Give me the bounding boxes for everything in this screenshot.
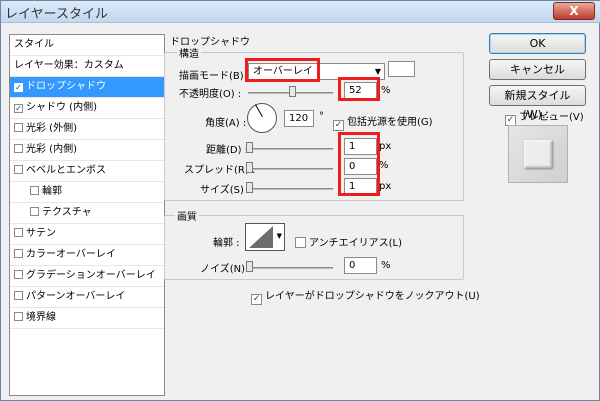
size-unit: px bbox=[379, 181, 392, 192]
contour-picker[interactable]: ▼ bbox=[245, 223, 285, 251]
style-item[interactable]: 光彩 (外側) bbox=[10, 119, 164, 140]
style-item-label: グラデーションオーバーレイ bbox=[26, 270, 156, 281]
style-item-label: パターンオーバーレイ bbox=[26, 291, 126, 302]
style-item[interactable]: ✓ ドロップシャドウ bbox=[10, 77, 164, 98]
angle-unit: ° bbox=[319, 111, 324, 122]
style-item[interactable]: カラーオーバーレイ bbox=[10, 245, 164, 266]
style-item-checkbox[interactable] bbox=[30, 186, 39, 195]
size-slider-thumb[interactable] bbox=[246, 182, 253, 193]
style-item-label: 光彩 (内側) bbox=[26, 144, 77, 155]
title-bar: レイヤースタイル X bbox=[1, 1, 600, 23]
preview-swatch bbox=[524, 140, 552, 168]
cancel-button[interactable]: キャンセル bbox=[489, 59, 586, 80]
style-item[interactable]: テクスチャ bbox=[10, 203, 164, 224]
distance-label: 距離(D) : bbox=[206, 145, 249, 156]
angle-label: 角度(A) : bbox=[205, 118, 247, 129]
global-light-checkbox[interactable]: ✓ 包括光源を使用(G) bbox=[333, 113, 433, 131]
style-item[interactable]: パターンオーバーレイ bbox=[10, 287, 164, 308]
antialias-check bbox=[295, 237, 306, 248]
angle-dial[interactable] bbox=[247, 103, 277, 133]
style-item-label: ドロップシャドウ bbox=[26, 81, 106, 92]
style-item-checkbox[interactable] bbox=[14, 144, 23, 153]
style-item-checkbox[interactable] bbox=[14, 228, 23, 237]
noise-input[interactable]: 0 bbox=[344, 257, 377, 274]
noise-label: ノイズ(N) : bbox=[200, 264, 252, 275]
knockout-check: ✓ bbox=[251, 294, 262, 305]
opacity-slider[interactable] bbox=[248, 86, 333, 97]
spread-slider-thumb[interactable] bbox=[246, 162, 253, 173]
quality-title: 画質 bbox=[175, 208, 199, 223]
style-item-checkbox[interactable] bbox=[14, 165, 23, 174]
opacity-unit: % bbox=[381, 85, 391, 96]
window-title: レイヤースタイル bbox=[5, 7, 108, 22]
style-item[interactable]: ✓ シャドウ (内側) bbox=[10, 98, 164, 119]
layer-style-dialog: レイヤースタイル X スタイル レイヤー効果：カスタム ✓ ドロップシャドウ ✓ シャドウ… bbox=[0, 0, 600, 401]
antialias-checkbox[interactable]: アンチエイリアス(L) bbox=[295, 234, 402, 249]
styles-list: スタイル レイヤー効果：カスタム ✓ ドロップシャドウ ✓ シャドウ (内側) 光彩 (外側… bbox=[9, 34, 165, 396]
style-item-label: 輪郭 bbox=[42, 186, 62, 197]
style-item-label: ベベルとエンボス bbox=[26, 165, 106, 176]
style-item-checkbox[interactable] bbox=[14, 291, 23, 300]
ok-button[interactable]: OK bbox=[489, 33, 586, 54]
contour-preview-icon bbox=[249, 226, 273, 248]
spread-slider[interactable] bbox=[246, 162, 333, 173]
style-item[interactable]: 輪郭 bbox=[10, 182, 164, 203]
style-item-checkbox[interactable] bbox=[14, 270, 23, 279]
style-item[interactable]: レイヤー効果：カスタム bbox=[10, 56, 164, 77]
style-item-label: テクスチャ bbox=[42, 207, 92, 218]
chevron-down-icon: ▼ bbox=[276, 232, 282, 240]
preview-checkbox[interactable]: ✓ プレビュー(V) bbox=[505, 108, 584, 126]
noise-slider[interactable] bbox=[246, 261, 333, 272]
size-slider[interactable] bbox=[246, 182, 333, 193]
style-item-label: レイヤー効果：カスタム bbox=[14, 60, 124, 71]
antialias-label: アンチエイリアス(L) bbox=[309, 238, 402, 249]
style-item-checkbox[interactable] bbox=[14, 312, 23, 321]
noise-unit: % bbox=[381, 260, 391, 271]
knockout-label: レイヤーがドロップシャドウをノックアウト(U) bbox=[265, 291, 480, 302]
blend-mode-label: 描画モード(B) : bbox=[179, 71, 251, 82]
size-label: サイズ(S) : bbox=[200, 185, 251, 196]
spread-label: スプレッド(R) : bbox=[184, 165, 256, 176]
style-item-checkbox[interactable] bbox=[14, 249, 23, 258]
style-item[interactable]: 境界線 bbox=[10, 308, 164, 329]
opacity-slider-thumb[interactable] bbox=[289, 86, 297, 97]
distance-slider[interactable] bbox=[246, 142, 333, 153]
global-light-label: 包括光源を使用(G) bbox=[347, 117, 433, 128]
structure-title: 構造 bbox=[177, 45, 201, 60]
style-item[interactable]: グラデーションオーバーレイ bbox=[10, 266, 164, 287]
distance-slider-thumb[interactable] bbox=[246, 142, 253, 153]
styles-header: スタイル bbox=[10, 35, 164, 56]
style-item-checkbox[interactable] bbox=[14, 123, 23, 132]
distance-unit: px bbox=[379, 141, 392, 152]
style-item[interactable]: サテン bbox=[10, 224, 164, 245]
angle-dial-needle bbox=[255, 104, 263, 117]
annotation-highlight-opacity bbox=[338, 77, 380, 101]
contour-label: 輪郭 : bbox=[213, 238, 240, 249]
style-item-checkbox[interactable]: ✓ bbox=[14, 83, 23, 92]
style-item-checkbox[interactable]: ✓ bbox=[14, 104, 23, 113]
noise-slider-thumb[interactable] bbox=[246, 261, 253, 272]
style-item-label: カラーオーバーレイ bbox=[26, 249, 116, 260]
angle-input[interactable]: 120 bbox=[284, 110, 314, 127]
annotation-highlight-blend bbox=[245, 58, 320, 82]
style-item-label: 光彩 (外側) bbox=[26, 123, 77, 134]
close-button[interactable]: X bbox=[553, 2, 595, 20]
preview-label: プレビュー(V) bbox=[519, 112, 584, 123]
style-item-label: 境界線 bbox=[26, 312, 56, 323]
style-item-label: シャドウ (内側) bbox=[26, 102, 97, 113]
opacity-label: 不透明度(O) : bbox=[179, 89, 242, 100]
spread-unit: % bbox=[379, 160, 389, 171]
style-item-label: サテン bbox=[26, 228, 56, 239]
annotation-highlight-distance-spread-size bbox=[338, 132, 380, 196]
shadow-color-swatch[interactable] bbox=[388, 61, 415, 77]
style-item-checkbox[interactable] bbox=[30, 207, 39, 216]
knockout-checkbox[interactable]: ✓ レイヤーがドロップシャドウをノックアウト(U) bbox=[251, 287, 480, 305]
preview-thumbnail bbox=[508, 125, 568, 183]
global-light-check: ✓ bbox=[333, 120, 344, 131]
new-style-button[interactable]: 新規スタイル(W)... bbox=[489, 85, 586, 121]
style-item[interactable]: ベベルとエンボス bbox=[10, 161, 164, 182]
style-item[interactable]: 光彩 (内側) bbox=[10, 140, 164, 161]
